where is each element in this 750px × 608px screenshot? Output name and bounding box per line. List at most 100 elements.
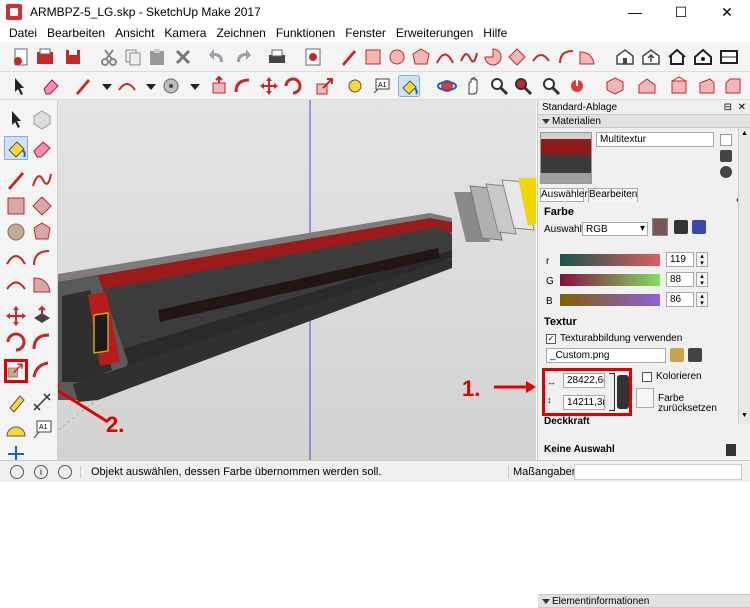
push-pull-icon[interactable] <box>208 75 230 97</box>
material-name-field[interactable]: Multitextur <box>596 132 714 147</box>
tab-bearbeiten[interactable]: Bearbeiten <box>588 188 638 202</box>
match-screen-color-icon[interactable] <box>692 220 706 234</box>
menu-kamera[interactable]: Kamera <box>159 26 211 40</box>
r-slider[interactable] <box>560 254 660 266</box>
new-file-icon[interactable] <box>10 46 32 68</box>
offset-tool-icon[interactable] <box>30 359 54 383</box>
dropdown-arrow-icon[interactable] <box>184 75 206 97</box>
delete-icon[interactable] <box>172 46 194 68</box>
menu-erweiterungen[interactable]: Erweiterungen <box>391 26 478 40</box>
rotate-icon[interactable] <box>282 75 304 97</box>
sample-paint-icon[interactable] <box>720 166 732 178</box>
move-icon[interactable] <box>258 75 280 97</box>
model-info-icon[interactable] <box>302 46 324 68</box>
polygon-tool-icon[interactable] <box>30 220 54 244</box>
materials-section-header[interactable]: Materialien <box>538 114 750 128</box>
iso-view-icon[interactable] <box>604 75 626 97</box>
tray-close-icon[interactable]: ✕ <box>738 102 746 113</box>
browse-folder-icon[interactable] <box>670 348 684 362</box>
front-view-icon[interactable] <box>668 75 690 97</box>
orbit-icon[interactable] <box>436 75 458 97</box>
color-swatch[interactable] <box>652 218 668 236</box>
minimize-button[interactable]: — <box>612 0 658 24</box>
texture-height-field[interactable]: 14211,3m <box>563 395 605 410</box>
close-button[interactable]: ✕ <box>704 0 750 24</box>
maximize-button[interactable]: ☐ <box>658 0 704 24</box>
text-tool-icon[interactable]: A1 <box>30 418 54 442</box>
tape-measure-icon[interactable] <box>344 75 366 97</box>
arc-2pt-icon[interactable] <box>530 46 552 68</box>
menu-funktionen[interactable]: Funktionen <box>271 26 340 40</box>
line-icon[interactable] <box>362 46 384 68</box>
push-pull-tool-icon[interactable] <box>30 304 54 328</box>
zoom-extents-icon[interactable] <box>512 75 534 97</box>
warehouse-icon[interactable] <box>614 46 636 68</box>
colorize-checkbox[interactable] <box>642 372 652 382</box>
text-icon[interactable]: A1 <box>370 75 392 97</box>
entity-info-header[interactable]: Elementinformationen <box>538 594 750 608</box>
tape-measure-tool-icon[interactable] <box>4 390 28 414</box>
cut-icon[interactable] <box>98 46 120 68</box>
b-spinner[interactable]: ▴ ▾ <box>696 292 708 307</box>
circle-icon[interactable] <box>386 46 408 68</box>
b-value-field[interactable]: 86 <box>666 292 694 307</box>
polygon-icon[interactable] <box>410 46 432 68</box>
measurements-field[interactable] <box>574 463 742 480</box>
menu-datei[interactable]: Datei <box>4 26 42 40</box>
right-view-icon[interactable] <box>696 75 718 97</box>
b-slider[interactable] <box>560 294 660 306</box>
pie-tool-icon[interactable] <box>30 272 54 296</box>
freehand-tool-icon[interactable] <box>30 168 54 192</box>
component-icon[interactable] <box>30 108 54 132</box>
copy-icon[interactable] <box>122 46 144 68</box>
credits-icon[interactable]: i <box>34 464 48 479</box>
extension-warehouse-icon[interactable] <box>692 46 714 68</box>
pie-icon[interactable] <box>482 46 504 68</box>
entity-info-icon[interactable] <box>726 444 736 456</box>
match-model-color-icon[interactable] <box>674 220 688 234</box>
g-spinner[interactable]: ▴ ▾ <box>696 272 708 287</box>
menu-hilfe[interactable]: Hilfe <box>478 26 512 40</box>
texture-width-field[interactable]: 28422,6m <box>563 373 605 388</box>
reset-color-swatch[interactable] <box>636 388 654 408</box>
freehand-icon[interactable] <box>458 46 480 68</box>
scale-icon[interactable] <box>314 75 336 97</box>
select-arrow-icon[interactable] <box>8 75 30 97</box>
tray-scrollbar[interactable]: ▲ ▼ <box>738 128 750 424</box>
print-icon[interactable] <box>266 46 288 68</box>
circle-tool-icon[interactable] <box>4 220 28 244</box>
rectangle-tool-icon[interactable] <box>4 194 28 218</box>
paint-bucket-icon[interactable] <box>398 75 420 97</box>
rotated-rect-icon[interactable] <box>506 46 528 68</box>
dropdown-arrow-icon[interactable] <box>140 75 162 97</box>
pin-icon[interactable]: ⊟ <box>724 102 732 113</box>
arc-3pt-icon[interactable] <box>556 46 578 68</box>
menu-ansicht[interactable]: Ansicht <box>110 26 159 40</box>
edit-texture-icon[interactable] <box>688 348 702 362</box>
arc-3pt-tool-icon[interactable] <box>4 272 28 296</box>
zoom-icon[interactable] <box>488 75 510 97</box>
r-value-field[interactable]: 119 <box>666 252 694 267</box>
follow-me-icon[interactable] <box>232 75 254 97</box>
previous-view-icon[interactable] <box>566 75 588 97</box>
arc-icon[interactable] <box>434 46 456 68</box>
menu-zeichnen[interactable]: Zeichnen <box>211 26 270 40</box>
tab-auswaehlen[interactable]: Auswählen <box>540 188 590 202</box>
create-material-icon[interactable] <box>720 134 732 146</box>
undo-icon[interactable] <box>206 46 228 68</box>
arc-2pt-tool-icon[interactable] <box>30 246 54 270</box>
select-icon[interactable] <box>4 108 28 132</box>
paint-bucket-small-icon[interactable] <box>720 150 732 162</box>
eraser-icon[interactable] <box>40 75 62 97</box>
dropdown-arrow-icon[interactable] <box>96 75 118 97</box>
pie-2-icon[interactable] <box>576 46 598 68</box>
rotated-rectangle-tool-icon[interactable] <box>30 194 54 218</box>
paint-bucket-active-icon[interactable] <box>4 136 28 160</box>
scroll-down-icon[interactable]: ▼ <box>741 412 749 420</box>
instructor-icon[interactable] <box>58 464 72 479</box>
line-tool-icon[interactable] <box>4 168 28 192</box>
eraser-tool-icon[interactable] <box>30 136 54 160</box>
texture-file-field[interactable]: _Custom.png <box>546 348 666 363</box>
menu-fenster[interactable]: Fenster <box>340 26 391 40</box>
scale-tool-highlighted-icon[interactable] <box>4 359 28 383</box>
